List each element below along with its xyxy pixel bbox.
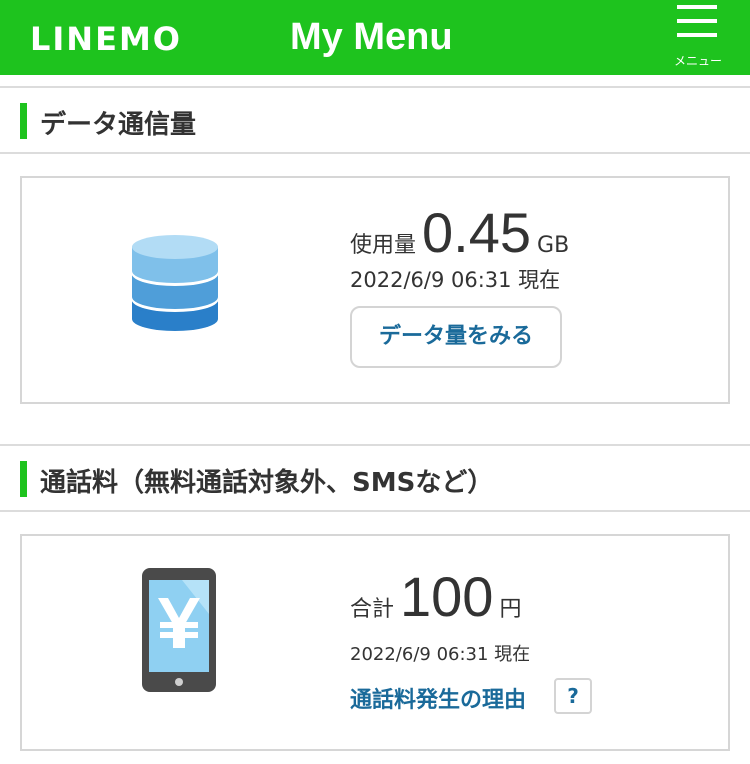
- data-usage-section-header: データ通信量: [0, 86, 750, 154]
- total-label: 合計: [350, 597, 395, 622]
- database-icon: [132, 235, 218, 331]
- total-unit: 円: [499, 597, 522, 622]
- data-usage-timestamp: 2022/6/9 06:31 現在: [350, 268, 561, 292]
- help-button[interactable]: ?: [554, 678, 592, 714]
- view-data-button[interactable]: データ量をみる: [350, 306, 562, 368]
- section-accent-bar: [20, 461, 27, 497]
- call-charges-section-header: 通話料（無料通話対象外、SMSなど）: [0, 444, 750, 512]
- usage-line: 使用量 0.45 GB: [350, 200, 569, 265]
- call-charges-card: 合計 100 円 2022/6/9 06:31 現在 通話料発生の理由 ?: [20, 534, 730, 751]
- menu-button[interactable]: メニュー: [662, 0, 734, 75]
- usage-value: 0.45: [422, 201, 532, 264]
- total-line: 合計 100 円: [350, 564, 521, 629]
- total-value: 100: [400, 565, 494, 628]
- usage-label: 使用量: [350, 233, 417, 258]
- call-charges-section-title: 通話料（無料通話対象外、SMSなど）: [40, 468, 494, 498]
- menu-label: メニュー: [673, 54, 722, 68]
- call-charges-timestamp: 2022/6/9 06:31 現在: [350, 644, 531, 665]
- app-header: LINEMO My Menu メニュー: [0, 0, 750, 75]
- phone-yen-icon: [142, 568, 216, 692]
- linemo-logo[interactable]: LINEMO: [30, 20, 182, 58]
- data-usage-section-title: データ通信量: [40, 110, 197, 140]
- hamburger-icon: [677, 5, 717, 37]
- call-charge-reason-link[interactable]: 通話料発生の理由: [350, 682, 526, 714]
- data-usage-card: 使用量 0.45 GB 2022/6/9 06:31 現在 データ量をみる: [20, 176, 730, 404]
- section-accent-bar: [20, 103, 27, 139]
- usage-unit: GB: [537, 233, 570, 258]
- page-title: My Menu: [290, 16, 453, 58]
